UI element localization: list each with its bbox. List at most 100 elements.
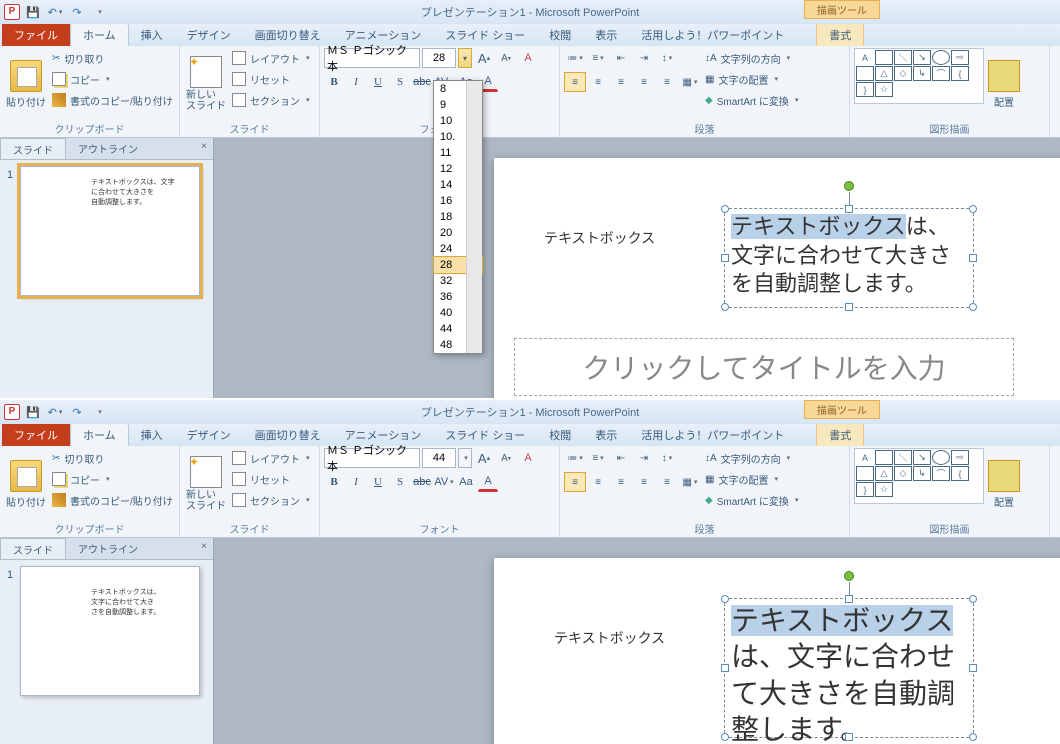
shape-arrow[interactable]: ↘: [913, 50, 931, 65]
handle-t[interactable]: [845, 205, 853, 213]
arrange-button[interactable]: 配置: [986, 48, 1022, 120]
redo-button-2[interactable]: ↷: [68, 403, 86, 421]
layout-button-2[interactable]: レイアウト▾: [230, 448, 312, 468]
shape-textbox[interactable]: A: [856, 50, 874, 65]
handle-tr[interactable]: [969, 205, 977, 213]
app-icon[interactable]: P: [4, 4, 20, 20]
shape-conn[interactable]: ↳: [913, 66, 931, 81]
underline-button[interactable]: U: [368, 72, 388, 92]
grow-font-button[interactable]: A▴: [474, 48, 494, 68]
tab-file-2[interactable]: ファイル: [2, 424, 70, 446]
panel-tab-outline[interactable]: アウトライン: [66, 138, 150, 159]
paste-button[interactable]: 貼り付け: [4, 48, 48, 120]
bullets-button[interactable]: ≔▾: [564, 48, 586, 68]
format-painter-button[interactable]: 書式のコピー/貼り付け: [50, 90, 175, 110]
format-painter-button-2[interactable]: 書式のコピー/貼り付け: [50, 490, 175, 510]
align-left-button[interactable]: ≡: [564, 72, 586, 92]
qat-more[interactable]: ▾: [90, 3, 108, 21]
panel-tab-slides[interactable]: スライド: [0, 138, 66, 159]
slide-thumbnail-2[interactable]: 1 テキストボックスは、 文字に合わせて大き さを自動調整します。: [20, 566, 200, 696]
panel-close[interactable]: ×: [195, 138, 213, 159]
font-size-combo[interactable]: 28: [422, 48, 456, 68]
textbox-content-2[interactable]: テキストボックスは、文字に合わせて大きさを自動調整します。: [725, 599, 973, 744]
tab-view-2[interactable]: 表示: [583, 424, 629, 446]
paste-button-2[interactable]: 貼り付け: [4, 448, 48, 520]
handle-tl[interactable]: [721, 205, 729, 213]
distribute-button[interactable]: ≡: [656, 72, 678, 92]
bullets-button-2[interactable]: ≔▾: [564, 448, 586, 468]
handle-br[interactable]: [969, 303, 977, 311]
shapes-gallery[interactable]: A ＼ ↘ ⇨ △ ◇ ↳ ⌒ { } ☆: [854, 48, 984, 104]
font-size-dd-2[interactable]: ▾: [458, 448, 472, 468]
new-slide-button-2[interactable]: 新しい スライド: [184, 448, 228, 520]
rotation-handle[interactable]: [844, 181, 854, 191]
increase-indent-button-2[interactable]: ⇥: [633, 448, 655, 468]
font-size-dropdown-button[interactable]: ▾: [458, 48, 472, 68]
align-right-button-2[interactable]: ≡: [610, 472, 632, 492]
panel-tab-slides-2[interactable]: スライド: [0, 538, 66, 559]
italic-button-2[interactable]: I: [346, 472, 366, 492]
textbox-content[interactable]: テキストボックスは、文字に合わせて大きさを自動調整します。: [725, 209, 973, 303]
justify-button-2[interactable]: ≡: [633, 472, 655, 492]
align-text-button[interactable]: ▦文字の配置▾: [703, 69, 800, 89]
line-spacing-button[interactable]: ↕▾: [656, 48, 678, 68]
tab-design-2[interactable]: デザイン: [175, 424, 243, 446]
tab-review-2[interactable]: 校閲: [537, 424, 583, 446]
shape-line[interactable]: ＼: [894, 50, 912, 65]
tab-home-2[interactable]: ホーム: [70, 423, 129, 446]
align-left-button-2[interactable]: ≡: [564, 472, 586, 492]
shape-brace[interactable]: {: [951, 66, 969, 81]
font-name-combo-2[interactable]: ＭＳ Ｐゴシック本: [324, 448, 420, 468]
shape-tri[interactable]: △: [875, 66, 893, 81]
slide-canvas[interactable]: テキストボックス テキストボックスは、文字に合わせて大きさを自動調整します。 ク…: [494, 158, 1060, 398]
shape-rect[interactable]: [875, 50, 893, 65]
selected-textbox[interactable]: テキストボックスは、文字に合わせて大きさを自動調整します。: [724, 208, 974, 308]
font-name-combo[interactable]: ＭＳ Ｐゴシック本: [324, 48, 420, 68]
strike-button-2[interactable]: abc: [412, 472, 432, 492]
rotation-handle-2[interactable]: [844, 571, 854, 581]
copy-button[interactable]: コピー▾: [50, 69, 175, 89]
slide-thumbnail[interactable]: 1 テキストボックスは、文字 に合わせて大きさを 自動調整します。: [20, 166, 200, 296]
layout-button[interactable]: レイアウト▾: [230, 48, 312, 68]
section-button[interactable]: セクション▾: [230, 90, 312, 110]
new-slide-button[interactable]: 新しい スライド: [184, 48, 228, 120]
smartart-button-2[interactable]: ◆SmartArt に変換▾: [703, 490, 800, 510]
align-center-button-2[interactable]: ≡: [587, 472, 609, 492]
italic-button[interactable]: I: [346, 72, 366, 92]
underline-button-2[interactable]: U: [368, 472, 388, 492]
tab-review[interactable]: 校閲: [537, 24, 583, 46]
align-right-button[interactable]: ≡: [610, 72, 632, 92]
columns-button-2[interactable]: ▦▾: [679, 472, 701, 492]
line-spacing-button-2[interactable]: ↕▾: [656, 448, 678, 468]
handle-b[interactable]: [845, 303, 853, 311]
align-center-button[interactable]: ≡: [587, 72, 609, 92]
shape-star[interactable]: ☆: [875, 82, 893, 97]
justify-button[interactable]: ≡: [633, 72, 655, 92]
distribute-button-2[interactable]: ≡: [656, 472, 678, 492]
shape-arrow2[interactable]: ⇨: [951, 50, 969, 65]
save-button[interactable]: 💾: [24, 3, 42, 21]
tab-insert-2[interactable]: 挿入: [129, 424, 175, 446]
bold-button-2[interactable]: B: [324, 472, 344, 492]
panel-close-2[interactable]: ×: [195, 538, 213, 559]
handle-l[interactable]: [721, 254, 729, 262]
slide-canvas-2[interactable]: テキストボックス テキストボックスは、文字に合わせて大きさを自動調整します。: [494, 558, 1060, 744]
shape-diamond[interactable]: ◇: [894, 66, 912, 81]
decrease-indent-button-2[interactable]: ⇤: [610, 448, 632, 468]
numbering-button[interactable]: ≡▾: [587, 48, 609, 68]
columns-button[interactable]: ▦▾: [679, 72, 701, 92]
shape-brace2[interactable]: }: [856, 82, 874, 97]
bold-button[interactable]: B: [324, 72, 344, 92]
font-size-dropdown[interactable]: 891010.11121416182024283236404448: [433, 80, 483, 354]
shape-oval[interactable]: [932, 50, 950, 65]
font-size-combo-2[interactable]: 44: [422, 448, 456, 468]
smartart-button[interactable]: ◆SmartArt に変換▾: [703, 90, 800, 110]
strike-button[interactable]: abc: [412, 72, 432, 92]
text-direction-button[interactable]: ↕A文字列の方向▾: [703, 48, 800, 68]
shadow-button-2[interactable]: S: [390, 472, 410, 492]
handle-r[interactable]: [969, 254, 977, 262]
tab-transition[interactable]: 画面切り替え: [243, 24, 333, 46]
tab-format-2[interactable]: 書式: [816, 423, 864, 446]
arrange-button-2[interactable]: 配置: [986, 448, 1022, 520]
handle-bl[interactable]: [721, 303, 729, 311]
